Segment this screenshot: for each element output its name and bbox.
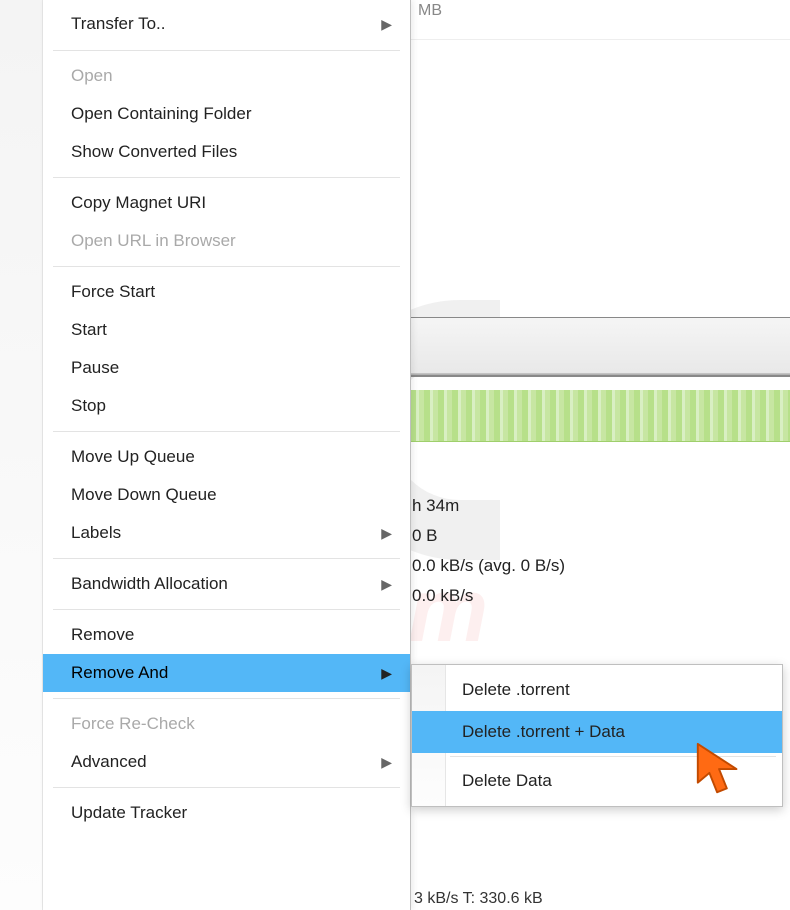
menu-separator <box>53 698 400 699</box>
bg-details-panel: h 34m 0 B 0.0 kB/s (avg. 0 B/s) 0.0 kB/s <box>410 496 790 616</box>
menu-open-containing-folder[interactable]: Open Containing Folder <box>43 95 410 133</box>
menu-separator <box>53 50 400 51</box>
submenu-label: Delete .torrent + Data <box>462 722 625 742</box>
menu-label: Advanced <box>71 752 371 772</box>
menu-label: Open Containing Folder <box>71 104 392 124</box>
annotation-arrow-cursor-icon <box>692 740 750 802</box>
submenu-label: Delete Data <box>462 771 552 791</box>
bg-header-bar <box>410 317 790 377</box>
menu-label: Open <box>71 66 392 86</box>
submenu-delete-torrent[interactable]: Delete .torrent <box>412 669 782 711</box>
menu-force-start[interactable]: Force Start <box>43 273 410 311</box>
chevron-right-icon: ▶ <box>381 576 392 593</box>
menu-show-converted-files[interactable]: Show Converted Files <box>43 133 410 171</box>
menu-label: Stop <box>71 396 392 416</box>
bg-footer-stats: 3 kB/s T: 330.6 kB <box>410 890 790 908</box>
menu-bandwidth-allocation[interactable]: Bandwidth Allocation ▶ <box>43 565 410 603</box>
bg-status-row: MB <box>410 0 790 40</box>
menu-move-up-queue[interactable]: Move Up Queue <box>43 438 410 476</box>
menu-label: Force Start <box>71 282 392 302</box>
chevron-right-icon: ▶ <box>381 525 392 542</box>
menu-remove-and[interactable]: Remove And ▶ <box>43 654 410 692</box>
bg-down-speed: 0.0 kB/s (avg. 0 B/s) <box>410 556 790 576</box>
menu-separator <box>53 558 400 559</box>
menu-label: Move Up Queue <box>71 447 392 467</box>
menu-label: Update Tracker <box>71 803 392 823</box>
menu-copy-magnet-uri[interactable]: Copy Magnet URI <box>43 184 410 222</box>
menu-stop[interactable]: Stop <box>43 387 410 425</box>
menu-separator <box>53 177 400 178</box>
chevron-right-icon: ▶ <box>381 754 392 771</box>
bg-availability-bar <box>410 390 790 442</box>
menu-label: Remove And <box>71 663 371 683</box>
menu-labels[interactable]: Labels ▶ <box>43 514 410 552</box>
menu-separator <box>53 787 400 788</box>
menu-separator <box>53 609 400 610</box>
menu-open: Open <box>43 57 410 95</box>
menu-separator <box>53 431 400 432</box>
bg-up-speed: 0.0 kB/s <box>410 586 790 606</box>
menu-separator <box>53 266 400 267</box>
menu-label: Pause <box>71 358 392 378</box>
menu-label: Copy Magnet URI <box>71 193 392 213</box>
menu-label: Show Converted Files <box>71 142 392 162</box>
menu-update-tracker[interactable]: Update Tracker <box>43 794 410 832</box>
menu-label: Move Down Queue <box>71 485 392 505</box>
menu-label: Labels <box>71 523 371 543</box>
menu-label: Force Re-Check <box>71 714 392 734</box>
menu-advanced[interactable]: Advanced ▶ <box>43 743 410 781</box>
menu-transfer-to[interactable]: Transfer To.. ▶ <box>43 4 410 44</box>
menu-open-url-browser: Open URL in Browser <box>43 222 410 260</box>
menu-label: Bandwidth Allocation <box>71 574 371 594</box>
menu-pause[interactable]: Pause <box>43 349 410 387</box>
menu-gutter <box>0 0 43 910</box>
chevron-right-icon: ▶ <box>381 665 392 682</box>
context-menu: Transfer To.. ▶ Open Open Containing Fol… <box>43 0 411 910</box>
menu-remove[interactable]: Remove <box>43 616 410 654</box>
menu-label: Open URL in Browser <box>71 231 392 251</box>
bg-size: 0 B <box>410 526 790 546</box>
menu-label: Transfer To.. <box>71 14 371 34</box>
menu-start[interactable]: Start <box>43 311 410 349</box>
menu-move-down-queue[interactable]: Move Down Queue <box>43 476 410 514</box>
menu-label: Start <box>71 320 392 340</box>
chevron-right-icon: ▶ <box>381 16 392 33</box>
menu-label: Remove <box>71 625 392 645</box>
bg-eta: h 34m <box>410 496 790 516</box>
submenu-label: Delete .torrent <box>462 680 570 700</box>
bg-size-fragment: MB <box>418 2 442 19</box>
menu-force-recheck: Force Re-Check <box>43 705 410 743</box>
